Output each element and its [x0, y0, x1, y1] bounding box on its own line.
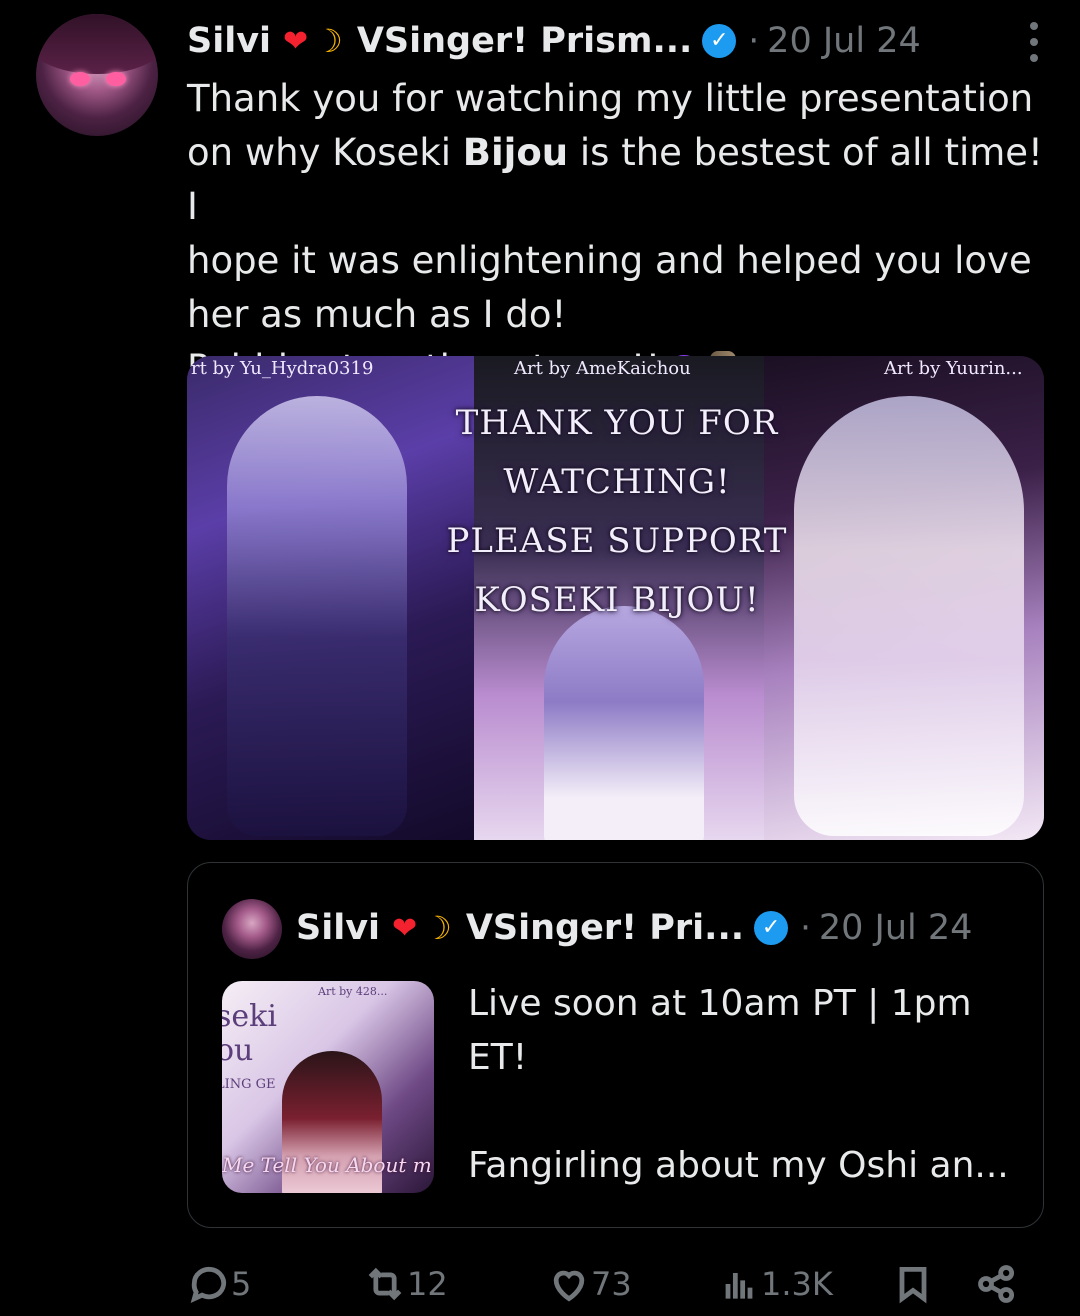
separator-dot: · — [800, 908, 811, 948]
repost-button[interactable]: 12 — [363, 1258, 448, 1310]
quoted-post-header: Silvi ❤ ☽ VSinger! Pri... ✓ · 20 Jul 24 — [296, 903, 972, 953]
art-credit-right: Art by Yuurin... — [884, 358, 1023, 379]
bookmark-icon — [899, 1266, 927, 1304]
views-count: 1.3K — [761, 1265, 833, 1303]
like-button[interactable]: 73 — [547, 1258, 632, 1310]
crescent-moon-icon: ☽ — [314, 22, 343, 60]
heart-emoji-icon: ❤ — [392, 910, 418, 946]
more-options-icon[interactable] — [1030, 22, 1040, 62]
author-name-suffix[interactable]: VSinger! Prism... — [357, 21, 693, 61]
reply-icon — [190, 1266, 226, 1303]
quoted-post-date: 20 Jul 24 — [818, 908, 973, 948]
quoted-author-name: Silvi — [296, 908, 381, 948]
reply-count: 5 — [231, 1265, 252, 1303]
separator-dot: · — [748, 21, 760, 61]
quoted-post-text: Live soon at 10am PT | 1pm ET! Fangirlin… — [468, 983, 1009, 1186]
post-image[interactable]: rt by Yu_Hydra0319 Art by AmeKaichou Art… — [187, 356, 1044, 840]
post-text-line: hope it was enlightening and helped you … — [187, 239, 1032, 282]
quoted-author-avatar — [222, 899, 282, 959]
verified-badge-icon[interactable]: ✓ — [702, 24, 737, 58]
like-count: 73 — [591, 1265, 632, 1303]
post-text: Thank you for watching my little present… — [187, 72, 1047, 396]
post-header: Silvi ❤ ☽ VSinger! Prism... ✓ · 20 Jul 2… — [187, 18, 1050, 64]
crescent-moon-icon: ☽ — [423, 909, 452, 947]
repost-icon — [368, 1267, 402, 1301]
quoted-post-thumbnail: Art by 428... seki ou LING GE Me Tell Yo… — [222, 981, 434, 1193]
author-name[interactable]: Silvi — [187, 21, 271, 61]
heart-emoji-icon: ❤ — [283, 23, 309, 59]
quoted-author-name-suffix: VSinger! Pri... — [465, 908, 745, 948]
art-credit-left: rt by Yu_Hydra0319 — [191, 358, 374, 379]
post-text-line: her as much as I do! — [187, 293, 567, 336]
heart-icon — [553, 1270, 585, 1302]
author-avatar[interactable] — [36, 14, 158, 136]
reply-button[interactable]: 5 — [187, 1258, 251, 1310]
views-button[interactable]: 1.3K — [717, 1258, 833, 1310]
share-icon — [978, 1265, 1015, 1303]
post-actions-bar: 5 12 73 1.3K — [187, 1258, 1027, 1310]
quoted-post[interactable]: Silvi ❤ ☽ VSinger! Pri... ✓ · 20 Jul 24 … — [187, 862, 1044, 1228]
post-text-line: Thank you for watching my little present… — [187, 77, 1034, 120]
share-button[interactable] — [975, 1258, 1019, 1310]
views-chart-icon — [725, 1273, 753, 1299]
highlighted-word: Bijou — [462, 131, 569, 174]
art-credit-center: Art by AmeKaichou — [514, 358, 691, 379]
image-overlay-text: THANK YOU FOR WATCHING! PLEASE SUPPORT K… — [446, 403, 788, 620]
verified-badge-icon: ✓ — [754, 911, 789, 945]
repost-count: 12 — [407, 1265, 448, 1303]
post-date[interactable]: 20 Jul 24 — [767, 21, 921, 61]
post-text-line: on why Koseki Bijou is the bestest of al… — [187, 131, 1043, 228]
bookmark-button[interactable] — [891, 1258, 935, 1310]
